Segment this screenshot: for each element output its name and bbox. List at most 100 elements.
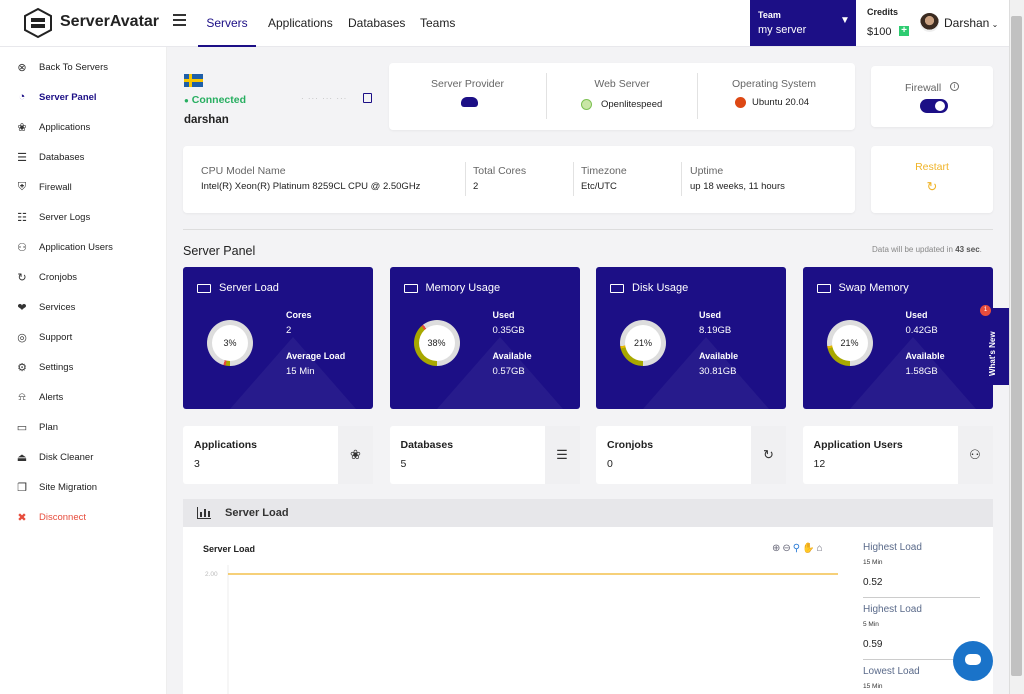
sidebar-item-label: Databases	[39, 151, 85, 163]
web-server-value: Openlitespeed	[601, 99, 663, 110]
hamburger-menu-icon[interactable]	[173, 14, 186, 26]
stat-key: Average Load	[286, 351, 346, 361]
sidebar-item-plan[interactable]: ▭ Plan	[16, 420, 58, 434]
home-reset-icon[interactable]: ⌂	[817, 543, 825, 554]
load-stat-item: Highest Load 15 Min 0.52	[863, 542, 980, 598]
dashboard-icon: ◔	[18, 91, 26, 103]
whats-new-tab[interactable]: What's New	[986, 308, 1009, 385]
os-label: Operating System	[731, 78, 817, 90]
firewall-card: Firewall i	[871, 66, 993, 127]
copy-icon: ❐	[17, 481, 27, 494]
avatar[interactable]	[920, 13, 939, 32]
stat-key: Available	[492, 351, 532, 361]
status-dot-icon: ●	[184, 96, 189, 105]
usage-percent: 38%	[418, 325, 455, 361]
stat-card-disk-usage: Disk Usage 21% Used 8.19GB Available 30.…	[596, 267, 786, 409]
stat-value: 0.35GB	[492, 325, 525, 336]
memory-usage-icon	[403, 284, 418, 293]
sidebar-item-label: Support	[39, 331, 73, 343]
sidebar-item-label: Applications	[39, 121, 91, 133]
sidebar-item-site-migration[interactable]: ❐ Site Migration	[16, 480, 97, 494]
count-name: Databases	[400, 439, 454, 451]
sidebar-item-application-users[interactable]: ⚇ Application Users	[16, 240, 113, 254]
copy-icon[interactable]	[363, 93, 372, 103]
sidebar-item-server-logs[interactable]: ☷ Server Logs	[16, 210, 90, 224]
sidebar-item-server-panel[interactable]: ◔ Server Panel	[16, 90, 97, 104]
users-icon[interactable]: ⚇	[957, 426, 993, 484]
nav-teams[interactable]: Teams	[420, 16, 455, 30]
firewall-toggle[interactable]	[920, 99, 948, 113]
sidebar-item-settings[interactable]: ⚙ Settings	[16, 360, 73, 374]
notification-badge: 1	[980, 305, 991, 316]
disk-icon: ⏏	[16, 451, 28, 464]
log-file-icon: ☷	[17, 211, 27, 224]
user-name: Darshan	[944, 16, 990, 30]
server-load-header: Server Load	[183, 499, 993, 527]
swap-memory-icon	[816, 284, 831, 293]
card-icon: ▭	[16, 421, 28, 434]
sidebar-item-label: Server Panel	[39, 91, 97, 103]
chart-toolbar: ⊕⊖⚲✋⌂	[772, 543, 825, 554]
stat-title: Disk Usage	[632, 282, 689, 294]
usage-percent: 3%	[212, 325, 248, 361]
add-credits-icon[interactable]: +	[899, 26, 909, 36]
zoom-out-icon[interactable]: ⊖	[782, 543, 792, 554]
apps-icon[interactable]: ❀	[338, 426, 373, 484]
load-stat-label: Highest Load	[863, 604, 922, 615]
restart-button[interactable]: Restart ↻	[871, 146, 993, 213]
sidebar-item-firewall[interactable]: ⛨ Firewall	[16, 180, 72, 194]
stat-value: 2	[286, 325, 292, 336]
count-card-cronjobs[interactable]: Cronjobs 0 ↻	[596, 426, 786, 484]
server-load-title: Server Load	[225, 507, 289, 519]
load-stat-period: 15 Min	[863, 559, 883, 566]
nav-servers[interactable]: Servers	[198, 16, 256, 47]
stat-title: Memory Usage	[425, 282, 501, 294]
brand-name[interactable]: ServerAvatar	[60, 13, 159, 31]
sidebar-item-support[interactable]: ◎ Support	[16, 330, 72, 344]
sidebar-item-services[interactable]: ❤ Services	[16, 300, 75, 314]
sidebar-item-disconnect[interactable]: ✖ Disconnect	[16, 510, 86, 524]
scrollbar-thumb[interactable]	[1011, 16, 1022, 676]
update-timer-prefix: Data will be updated in	[872, 245, 953, 254]
sidebar-item-disk-cleaner[interactable]: ⏏ Disk Cleaner	[16, 450, 94, 464]
user-menu[interactable]: Darshan ⌄	[944, 16, 998, 30]
usage-ring: 38%	[413, 320, 460, 366]
sidebar-item-label: Alerts	[39, 391, 64, 403]
restart-label: Restart	[915, 161, 949, 173]
team-selector[interactable]: Team my server ▼	[750, 0, 856, 46]
refresh-icon[interactable]: ↻	[751, 426, 786, 484]
zoom-in-icon[interactable]: ⊕	[772, 543, 782, 554]
sidebar-item-applications[interactable]: ❀ Applications	[16, 120, 90, 134]
database-icon: ☰	[17, 151, 27, 164]
nav-applications[interactable]: Applications	[268, 16, 333, 30]
sidebar-item-databases[interactable]: ☰ Databases	[16, 150, 84, 164]
sidebar-item-label: Settings	[39, 361, 74, 373]
database-icon[interactable]: ☰	[544, 426, 580, 484]
status-text: Connected	[191, 94, 247, 106]
count-card-applications[interactable]: Applications 3 ❀	[183, 426, 373, 484]
nav-databases[interactable]: Databases	[348, 16, 405, 30]
sidebar-item-label: Application Users	[39, 241, 113, 253]
stat-key: Cores	[286, 310, 312, 320]
bar-chart-icon	[197, 507, 211, 519]
stat-key: Available	[905, 351, 945, 361]
search-zoom-icon[interactable]: ⚲	[793, 543, 802, 554]
cloud-icon	[461, 97, 478, 107]
stat-value: 0.57GB	[492, 366, 525, 377]
chat-button[interactable]	[953, 641, 993, 681]
sidebar-item-alerts[interactable]: ⍾ Alerts	[16, 390, 63, 404]
count-card-application-users[interactable]: Application Users 12 ⚇	[802, 426, 993, 484]
chevron-down-icon: ▼	[840, 15, 850, 26]
sidebar-item-cronjobs[interactable]: ↻ Cronjobs	[16, 270, 77, 284]
stat-value: 1.58GB	[905, 366, 938, 377]
count-card-databases[interactable]: Databases 5 ☰	[389, 426, 580, 484]
info-icon[interactable]: i	[950, 82, 959, 91]
team-value: my server	[758, 24, 807, 36]
sidebar-item-back-to-servers[interactable]: ⊗ Back To Servers	[16, 60, 108, 74]
cores-value: 2	[473, 181, 479, 192]
pan-hand-icon[interactable]: ✋	[802, 543, 816, 554]
sidebar-item-label: Cronjobs	[39, 271, 78, 283]
usage-percent: 21%	[625, 325, 661, 361]
server-info-card: Server Provider Web Server Openlitespeed…	[389, 63, 855, 130]
serveravatar-logo-icon[interactable]	[22, 7, 54, 39]
